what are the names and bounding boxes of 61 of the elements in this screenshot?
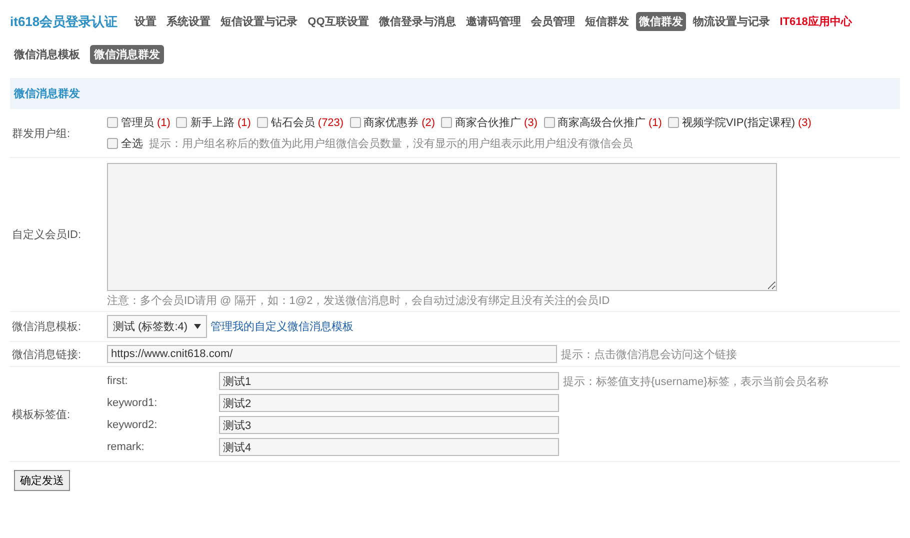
tag-value-field[interactable]: 测试1 <box>219 372 559 390</box>
group-name: 商家合伙推广 <box>455 116 522 130</box>
tag-value-field[interactable]: 测试2 <box>219 394 559 412</box>
nav-tab[interactable]: IT618应用中心 <box>776 12 855 31</box>
note-text: 注意：多个会员ID请用 @ 隔开，如：1@2，发送微信消息时，会自动过滤没有绑定且没有关注的会员ID <box>107 294 611 308</box>
member-count: (723) <box>318 116 344 128</box>
field-label: 微信消息链接: <box>11 348 82 362</box>
group-name: 商家优惠券 <box>364 116 419 130</box>
checkbox[interactable] <box>256 117 268 128</box>
tag-name: first: <box>107 375 129 387</box>
tag-value-field[interactable]: 测试3 <box>219 416 559 434</box>
nav-tab[interactable]: 设置 <box>132 12 160 31</box>
field-label: 群发用户组: <box>11 126 72 140</box>
tag-name: keyword2: <box>107 419 158 431</box>
group-name: 管理员 <box>121 116 154 130</box>
group-name: 商家高级合伙推广 <box>558 116 646 130</box>
tag-value-field[interactable]: 测试4 <box>219 438 559 456</box>
field-label: 模板标签值: <box>11 408 72 422</box>
tag-name: remark: <box>107 441 146 453</box>
template-select[interactable]: 测试 (标签数:4) <box>107 315 207 338</box>
member-count: (3) <box>524 116 538 128</box>
nav-tab[interactable]: 短信群发 <box>582 12 632 31</box>
nav-tab[interactable]: QQ互联设置 <box>304 12 372 31</box>
checkbox[interactable] <box>668 117 679 128</box>
nav-tab[interactable]: 微信群发 <box>636 12 686 31</box>
checkbox[interactable] <box>107 138 118 149</box>
member-count: (1) <box>157 116 170 128</box>
sub-tab[interactable]: 微信消息模板 <box>10 45 84 64</box>
link-field[interactable]: https://www.cnit618.com/ <box>107 345 557 363</box>
checkbox[interactable] <box>544 117 554 128</box>
field-label: 微信消息模板: <box>11 320 82 334</box>
member-count: (2) <box>422 116 436 128</box>
member-count: (1) <box>648 116 662 128</box>
app-title: it618会员登录认证 <box>10 12 118 30</box>
submit-button[interactable]: 确定发送 <box>14 470 70 491</box>
checkbox[interactable] <box>441 117 452 128</box>
group-name: 钻石会员 <box>270 116 315 130</box>
checkbox[interactable] <box>107 117 118 128</box>
section-title: 微信消息群发 <box>10 78 900 109</box>
field-label: 自定义会员ID: <box>11 228 82 242</box>
hint-text: 提示：标签值支持{username}标签，表示当前会员名称 <box>563 374 828 388</box>
manage-link[interactable]: 管理我的自定义微信消息模板 <box>210 321 354 333</box>
nav-tab[interactable]: 物流设置与记录 <box>690 12 773 31</box>
hint-text: 提示：用户组名称后的数值为此用户组微信会员数量，没有显示的用户组表示此用户组没有微信会员 <box>149 136 633 151</box>
checkbox[interactable] <box>350 117 361 128</box>
checkbox[interactable] <box>176 117 188 128</box>
group-name: 新手上路 <box>190 116 234 130</box>
nav-tab[interactable]: 短信设置与记录 <box>218 12 301 31</box>
group-name: 全选 <box>121 137 143 151</box>
group-name: 视频学院VIP(指定课程) <box>682 116 796 130</box>
nav-tab[interactable]: 会员管理 <box>528 12 578 31</box>
member-count: (3) <box>798 116 812 128</box>
member-id-field[interactable] <box>107 163 777 291</box>
sub-tab[interactable]: 微信消息群发 <box>90 45 164 64</box>
member-count: (1) <box>237 116 251 128</box>
hint-text: 提示：点击微信消息会访问这个链接 <box>561 348 737 362</box>
caret-icon <box>194 324 201 329</box>
tag-name: keyword1: <box>107 397 158 409</box>
nav-tab[interactable]: 邀请码管理 <box>462 12 524 31</box>
nav-tab[interactable]: 微信登录与消息 <box>376 12 459 31</box>
nav-tab[interactable]: 系统设置 <box>164 12 214 31</box>
